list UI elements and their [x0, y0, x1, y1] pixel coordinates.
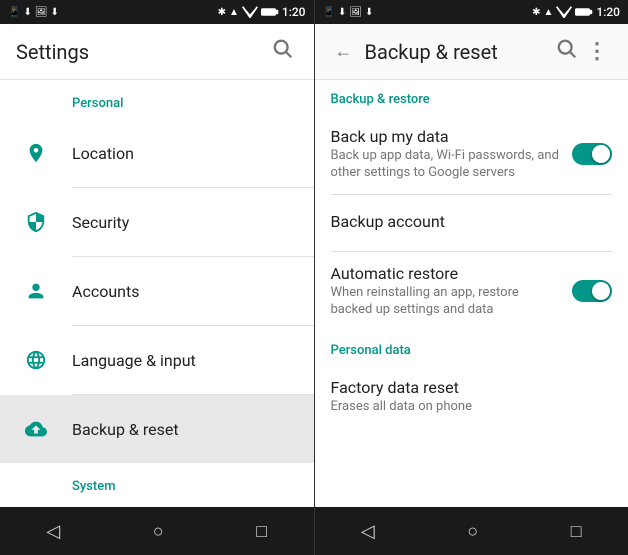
- sidebar-item-datetime[interactable]: Date & time: [0, 502, 314, 507]
- notification-icons-right: 📱 ⬇ 🖼 ⬇: [323, 7, 374, 18]
- notif-icon1: 📱: [323, 7, 335, 18]
- location-text: Location: [72, 144, 298, 163]
- page-title-left: Settings: [16, 40, 268, 64]
- notification-icon3: 🖼: [35, 7, 48, 18]
- recent-button-right[interactable]: □: [547, 513, 606, 550]
- factory-reset-text: Factory data reset Erases all data on ph…: [331, 378, 613, 416]
- backup-reset-content: Backup & restore Back up my data Back up…: [315, 80, 628, 507]
- notification-icon4: ⬇: [51, 7, 59, 18]
- left-panel: 📱 ⬇ 🖼 ⬇ ✱ ▲ 1:20 Settings Personal Locat…: [0, 0, 315, 555]
- notif-icon4: ⬇: [365, 7, 373, 18]
- search-icon-left[interactable]: [268, 34, 298, 69]
- factory-reset-item[interactable]: Factory data reset Erases all data on ph…: [315, 366, 628, 428]
- backup-account-text: Backup account: [331, 212, 613, 233]
- personal-data-section: Personal data: [315, 331, 628, 366]
- backup-data-subtitle: Back up app data, Wi-Fi passwords, and o…: [331, 148, 561, 182]
- section-system: System: [0, 463, 314, 502]
- sidebar-item-backup[interactable]: Backup & reset: [0, 395, 314, 463]
- signal-icon: ▲: [229, 7, 239, 18]
- backup-text: Backup & reset: [72, 420, 298, 439]
- sys-icons-right: ✱ ▲ 1:20: [532, 5, 620, 19]
- sidebar-item-security[interactable]: Security: [0, 188, 314, 256]
- backup-restore-section: Backup & restore: [315, 80, 628, 115]
- wifi-icon-right: [556, 6, 572, 18]
- language-text: Language & input: [72, 351, 298, 370]
- location-icon: [16, 133, 56, 173]
- bluetooth-icon-right: ✱: [532, 7, 540, 18]
- notification-icon2: ⬇: [23, 7, 31, 18]
- right-panel: 📱 ⬇ 🖼 ⬇ ✱ ▲ 1:20 ← Backup & reset ⋮ Back…: [315, 0, 628, 555]
- wifi-icon: [242, 6, 258, 18]
- battery-icon-right: [575, 7, 593, 17]
- backup-data-toggle[interactable]: [572, 143, 612, 165]
- factory-reset-title: Factory data reset: [331, 378, 613, 397]
- nav-bar-left: ◁ ○ □: [0, 507, 314, 555]
- back-button-right[interactable]: ◁: [337, 513, 399, 550]
- toggle-thumb-2: [592, 282, 610, 300]
- location-label: Location: [72, 144, 298, 163]
- time-display-right: 1:20: [596, 5, 620, 19]
- top-bar-left: Settings: [0, 24, 314, 80]
- backup-account-item[interactable]: Backup account: [315, 195, 628, 251]
- notification-icon: 📱: [8, 7, 20, 18]
- section-personal: Personal: [0, 80, 314, 119]
- sidebar-item-language[interactable]: Language & input: [0, 326, 314, 394]
- search-icon-right[interactable]: [552, 34, 582, 69]
- accounts-text: Accounts: [72, 282, 298, 301]
- more-options-icon[interactable]: ⋮: [582, 35, 612, 68]
- backup-account-title: Backup account: [331, 212, 613, 231]
- backup-data-title: Back up my data: [331, 127, 561, 146]
- security-label: Security: [72, 213, 298, 232]
- home-button-right[interactable]: ○: [443, 513, 502, 550]
- backup-data-text: Back up my data Back up app data, Wi-Fi …: [331, 127, 561, 182]
- page-title-right: Backup & reset: [365, 40, 553, 64]
- auto-restore-title: Automatic restore: [331, 264, 561, 283]
- language-icon: [16, 340, 56, 380]
- time-display-left: 1:20: [282, 5, 306, 19]
- backup-label: Backup & reset: [72, 420, 298, 439]
- security-text: Security: [72, 213, 298, 232]
- home-button-left[interactable]: ○: [129, 513, 188, 550]
- settings-list: Personal Location Security Account: [0, 80, 314, 507]
- backup-icon: [16, 409, 56, 449]
- language-label: Language & input: [72, 351, 298, 370]
- nav-bar-right: ◁ ○ □: [315, 507, 628, 555]
- sidebar-item-accounts[interactable]: Accounts: [0, 257, 314, 325]
- back-arrow-button[interactable]: ←: [331, 37, 357, 66]
- battery-icon: [261, 7, 279, 17]
- status-bar-right: 📱 ⬇ 🖼 ⬇ ✱ ▲ 1:20: [315, 0, 628, 24]
- back-button-left[interactable]: ◁: [22, 513, 84, 550]
- recent-button-left[interactable]: □: [232, 513, 291, 550]
- status-bar-left: 📱 ⬇ 🖼 ⬇ ✱ ▲ 1:20: [0, 0, 314, 24]
- auto-restore-toggle[interactable]: [572, 280, 612, 302]
- notification-icons: 📱 ⬇ 🖼 ⬇: [8, 7, 59, 18]
- factory-reset-subtitle: Erases all data on phone: [331, 399, 613, 416]
- notif-icon2: ⬇: [338, 7, 346, 18]
- backup-my-data-item[interactable]: Back up my data Back up app data, Wi-Fi …: [315, 115, 628, 194]
- security-icon: [16, 202, 56, 242]
- accounts-icon: [16, 271, 56, 311]
- notif-icon3: 🖼: [349, 7, 362, 18]
- system-icons: ✱ ▲ 1:20: [218, 5, 306, 19]
- auto-restore-subtitle: When reinstalling an app, restore backed…: [331, 285, 561, 319]
- top-bar-right: ← Backup & reset ⋮: [315, 24, 628, 80]
- accounts-label: Accounts: [72, 282, 298, 301]
- signal-icon-right: ▲: [543, 7, 553, 18]
- sidebar-item-location[interactable]: Location: [0, 119, 314, 187]
- auto-restore-item[interactable]: Automatic restore When reinstalling an a…: [315, 252, 628, 331]
- toggle-thumb: [592, 145, 610, 163]
- bluetooth-icon: ✱: [218, 7, 226, 18]
- auto-restore-text: Automatic restore When reinstalling an a…: [331, 264, 561, 319]
